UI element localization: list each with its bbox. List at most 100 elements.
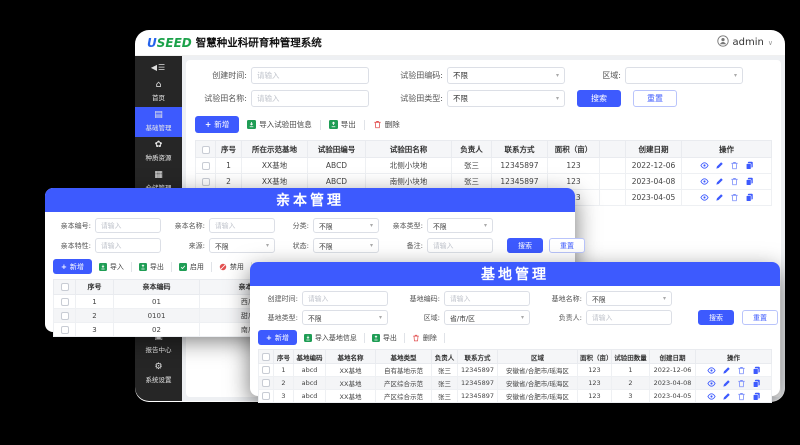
create-time-input[interactable] bbox=[302, 291, 388, 306]
reset-button[interactable]: 重置 bbox=[549, 238, 585, 253]
source-select[interactable]: 不限▾ bbox=[209, 238, 275, 253]
import-button[interactable]: 导入试验田信息 bbox=[247, 119, 312, 130]
parent-trait-input[interactable] bbox=[95, 238, 161, 253]
manager-input[interactable] bbox=[586, 310, 672, 325]
chevron-down-icon: ▾ bbox=[556, 95, 559, 102]
view-icon[interactable] bbox=[707, 392, 716, 401]
parent-name-input[interactable] bbox=[209, 218, 275, 233]
table-cell: 张三 bbox=[452, 158, 492, 174]
edit-icon[interactable] bbox=[722, 379, 731, 388]
edit-icon[interactable] bbox=[722, 366, 731, 375]
row-checkbox[interactable] bbox=[202, 178, 210, 186]
search-button[interactable]: 搜索 bbox=[507, 238, 543, 253]
chevron-down-icon: ▾ bbox=[484, 222, 487, 229]
region-select[interactable]: ▾ bbox=[625, 67, 743, 84]
search-button[interactable]: 搜索 bbox=[698, 310, 734, 325]
delete-button[interactable]: 删除 bbox=[373, 119, 400, 130]
edit-icon[interactable] bbox=[715, 177, 724, 187]
add-button[interactable]: +新增 bbox=[53, 259, 92, 274]
col-header: 基地编码 bbox=[294, 350, 326, 364]
filter-label: 亲本类型: bbox=[385, 221, 423, 231]
row-checkbox[interactable] bbox=[202, 162, 210, 170]
select-all-checkbox[interactable] bbox=[262, 353, 270, 361]
delete-icon[interactable] bbox=[737, 392, 746, 401]
enable-button[interactable]: 启用 bbox=[179, 262, 204, 272]
search-button[interactable]: 搜索 bbox=[577, 90, 621, 107]
table-cell: 自有基地示范 bbox=[376, 364, 432, 377]
table-cell: 12345897 bbox=[492, 158, 548, 174]
col-header: 区域 bbox=[498, 350, 578, 364]
base-code-input[interactable] bbox=[444, 291, 530, 306]
remark-input[interactable] bbox=[427, 238, 493, 253]
view-icon[interactable] bbox=[707, 366, 716, 375]
username: admin bbox=[733, 37, 764, 48]
delete-icon[interactable] bbox=[730, 177, 739, 187]
import-button[interactable]: 导入基地信息 bbox=[304, 333, 357, 343]
edit-icon[interactable] bbox=[722, 392, 731, 401]
warehouse-icon: ▦ bbox=[154, 171, 163, 180]
copy-icon[interactable] bbox=[745, 161, 754, 171]
filter-label: 试验田类型: bbox=[387, 93, 443, 104]
export-button[interactable]: 导出 bbox=[329, 119, 356, 130]
row-checkbox[interactable] bbox=[61, 326, 69, 334]
user-menu[interactable]: admin ∨ bbox=[717, 35, 773, 50]
col-header: 面积（亩） bbox=[548, 141, 600, 158]
sidebar-item-home[interactable]: ⌂首页 bbox=[135, 77, 182, 107]
edit-icon[interactable] bbox=[715, 193, 724, 203]
category-select[interactable]: 不限▾ bbox=[313, 218, 379, 233]
sidebar-item-germplasm[interactable]: ✿种质资源 bbox=[135, 137, 182, 167]
add-button[interactable]: +新增 bbox=[258, 330, 297, 345]
sidebar-item-system-settings[interactable]: ⚙系统设置 bbox=[135, 359, 182, 389]
copy-icon[interactable] bbox=[752, 392, 761, 401]
row-checkbox[interactable] bbox=[262, 392, 270, 400]
delete-icon[interactable] bbox=[730, 161, 739, 171]
copy-icon[interactable] bbox=[752, 366, 761, 375]
edit-icon[interactable] bbox=[715, 161, 724, 171]
export-button[interactable]: 导出 bbox=[372, 333, 397, 343]
field-name-input[interactable] bbox=[251, 90, 369, 107]
copy-icon[interactable] bbox=[752, 379, 761, 388]
sidebar-item-basic-management[interactable]: ▤基础管理 bbox=[135, 107, 182, 137]
add-button[interactable]: +新增 bbox=[195, 116, 239, 133]
delete-icon[interactable] bbox=[737, 379, 746, 388]
delete-icon[interactable] bbox=[730, 193, 739, 203]
col-header: 负责人 bbox=[452, 141, 492, 158]
view-icon[interactable] bbox=[700, 193, 709, 203]
sidebar-item-label: 首页 bbox=[152, 92, 165, 102]
user-avatar-icon bbox=[717, 35, 729, 50]
field-code-select[interactable]: 不限▾ bbox=[447, 67, 565, 84]
view-icon[interactable] bbox=[700, 177, 709, 187]
row-checkbox[interactable] bbox=[262, 366, 270, 374]
sidebar-collapse-button[interactable]: ◀☰ bbox=[135, 60, 182, 77]
copy-icon[interactable] bbox=[745, 193, 754, 203]
row-actions bbox=[696, 377, 772, 390]
row-checkbox[interactable] bbox=[61, 312, 69, 320]
create-time-input[interactable] bbox=[251, 67, 369, 84]
base-type-select[interactable]: 不限▾ bbox=[302, 310, 388, 325]
parent-type-select[interactable]: 不限▾ bbox=[427, 218, 493, 233]
reset-button[interactable]: 重置 bbox=[633, 90, 677, 107]
base-name-select[interactable]: 不限▾ bbox=[586, 291, 672, 306]
delete-button[interactable]: 删除 bbox=[412, 333, 437, 343]
disable-button[interactable]: 禁用 bbox=[219, 262, 244, 272]
select-all-checkbox[interactable] bbox=[202, 146, 210, 154]
row-checkbox[interactable] bbox=[61, 298, 69, 306]
import-button[interactable]: 导入 bbox=[99, 262, 124, 272]
status-select[interactable]: 不限▾ bbox=[313, 238, 379, 253]
field-type-select[interactable]: 不限▾ bbox=[447, 90, 565, 107]
table-cell: 2023-04-05 bbox=[650, 390, 696, 403]
table-cell: 3 bbox=[274, 390, 294, 403]
select-all-checkbox[interactable] bbox=[61, 283, 69, 291]
copy-icon[interactable] bbox=[745, 177, 754, 187]
view-icon[interactable] bbox=[700, 161, 709, 171]
reset-button[interactable]: 重置 bbox=[742, 310, 778, 325]
settings-icon: ⚙ bbox=[154, 363, 162, 372]
row-checkbox[interactable] bbox=[262, 379, 270, 387]
view-icon[interactable] bbox=[707, 379, 716, 388]
region-select[interactable]: 省/市/区▾ bbox=[444, 310, 530, 325]
export-button[interactable]: 导出 bbox=[139, 262, 164, 272]
delete-icon[interactable] bbox=[737, 366, 746, 375]
col-header: 联系方式 bbox=[492, 141, 548, 158]
table-cell: 1 bbox=[274, 364, 294, 377]
parent-code-input[interactable] bbox=[95, 218, 161, 233]
